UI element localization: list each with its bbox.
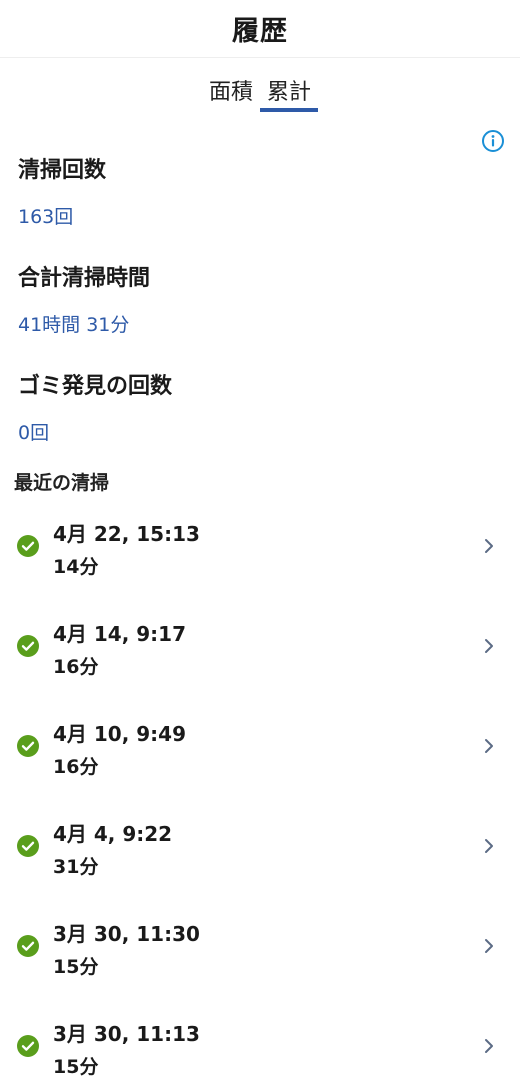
chevron-right-icon (485, 939, 493, 953)
check-circle-icon (17, 1035, 39, 1057)
check-circle-icon (17, 735, 39, 757)
tab-cumulative[interactable]: 累計 (260, 58, 319, 112)
stat-label: ゴミ発見の回数 (18, 374, 173, 399)
page-title: 履歴 (232, 16, 288, 47)
item-datetime: 4月 10, 9:49 (53, 722, 187, 746)
recent-cleaning-list: 4月 22, 15:13 14分 4月 14, 9:17 16分 4月 10, … (0, 496, 520, 1080)
item-duration: 16分 (53, 756, 99, 778)
chevron-right-icon (485, 539, 493, 553)
item-duration: 31分 (53, 856, 99, 878)
stat-total-time: 合計清掃時間 41時間 31分 (18, 260, 150, 337)
item-datetime: 4月 22, 15:13 (53, 522, 200, 546)
stat-label: 合計清掃時間 (18, 266, 151, 291)
item-duration: 16分 (53, 656, 99, 678)
info-icon[interactable] (481, 129, 505, 153)
item-duration: 15分 (53, 956, 99, 978)
stat-debris-count: ゴミ発見の回数 0回 (18, 368, 172, 445)
chevron-right-icon (485, 1039, 493, 1053)
check-circle-icon (17, 835, 39, 857)
chevron-right-icon (485, 639, 493, 653)
stat-clean-count: 清掃回数 163回 (18, 152, 106, 229)
list-item[interactable]: 4月 10, 9:49 16分 (0, 696, 520, 796)
recent-cleaning-title: 最近の清掃 (14, 472, 110, 494)
list-item[interactable]: 4月 22, 15:13 14分 (0, 496, 520, 596)
check-circle-icon (17, 535, 39, 557)
check-circle-icon (17, 635, 39, 657)
stat-value: 163回 (18, 206, 74, 228)
stat-label: 清掃回数 (18, 158, 107, 183)
item-datetime: 4月 14, 9:17 (53, 622, 187, 646)
item-datetime: 3月 30, 11:13 (53, 1022, 200, 1046)
stat-value: 41時間 31分 (18, 314, 130, 336)
list-item[interactable]: 4月 4, 9:22 31分 (0, 796, 520, 896)
header: 履歴 (0, 0, 520, 58)
check-circle-icon (17, 935, 39, 957)
history-screen: 履歴 面積 累計 清掃回数 163回 合計清掃時間 41時間 31分 ゴミ発見の… (0, 0, 520, 1080)
stat-value: 0回 (18, 422, 50, 444)
tab-area[interactable]: 面積 (202, 58, 260, 112)
list-item[interactable]: 3月 30, 11:13 15分 (0, 996, 520, 1080)
item-datetime: 3月 30, 11:30 (53, 922, 200, 946)
tab-bar: 面積 累計 (0, 58, 520, 116)
list-item[interactable]: 4月 14, 9:17 16分 (0, 596, 520, 696)
chevron-right-icon (485, 739, 493, 753)
chevron-right-icon (485, 839, 493, 853)
item-duration: 15分 (53, 1056, 99, 1078)
item-datetime: 4月 4, 9:22 (53, 822, 173, 846)
list-item[interactable]: 3月 30, 11:30 15分 (0, 896, 520, 996)
item-duration: 14分 (53, 556, 99, 578)
